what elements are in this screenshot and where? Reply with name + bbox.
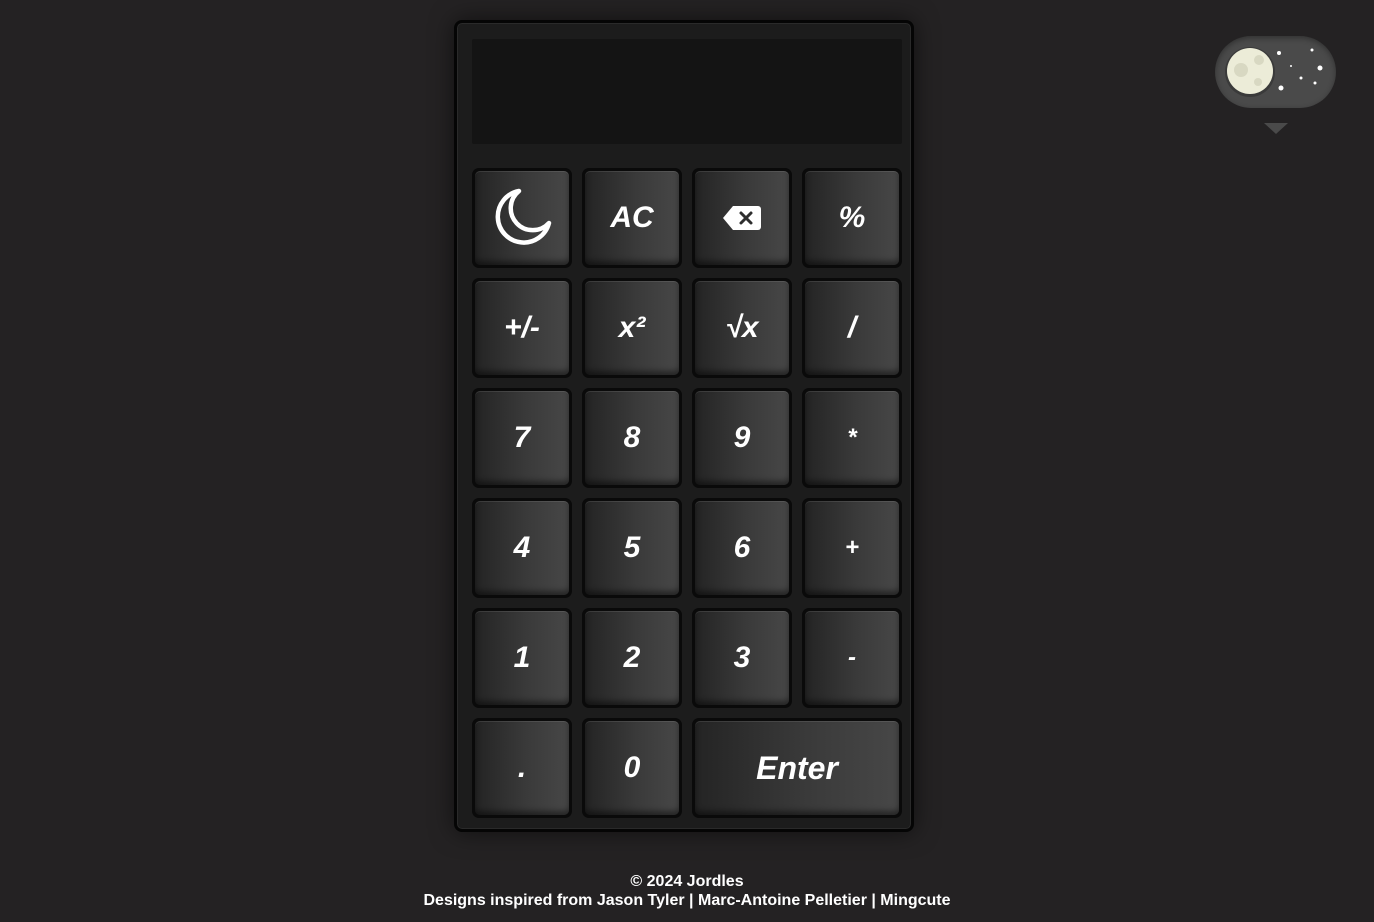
footer-copyright: © 2024 Jordles [630, 873, 744, 890]
square-root-button[interactable]: √x [692, 278, 792, 378]
four-label: 4 [475, 501, 569, 595]
minus-button[interactable]: - [802, 608, 902, 708]
eight-label: 8 [585, 391, 679, 485]
one-button[interactable]: 1 [472, 608, 572, 708]
square-label: x² [585, 281, 679, 375]
ac-button[interactable]: AC [582, 168, 682, 268]
multiply-button[interactable]: * [802, 388, 902, 488]
two-label: 2 [585, 611, 679, 705]
four-button[interactable]: 4 [472, 498, 572, 598]
moon-stars-icon [1225, 47, 1323, 97]
footer-inspired-text: Designs inspired from [423, 892, 597, 909]
backspace-button[interactable] [692, 168, 792, 268]
theme-mode-button[interactable] [472, 168, 572, 268]
nine-button[interactable]: 9 [692, 388, 792, 488]
enter-label: Enter [695, 721, 899, 815]
theme-mode-key-face [475, 171, 569, 265]
divide-label: / [805, 281, 899, 375]
percent-button[interactable]: % [802, 168, 902, 268]
plus-minus-label: +/- [475, 281, 569, 375]
enter-button[interactable]: Enter [692, 718, 902, 818]
two-button[interactable]: 2 [582, 608, 682, 708]
seven-button[interactable]: 7 [472, 388, 572, 488]
calculator-display [472, 39, 902, 144]
calculator: AC % +/- x² √x / 7 8 9 * 4 5 6 + 1 2 3 -… [454, 20, 914, 832]
moon-icon [495, 188, 552, 245]
one-label: 1 [475, 611, 569, 705]
backspace-key-face [695, 171, 789, 265]
percent-label: % [805, 171, 899, 265]
multiply-label: * [805, 391, 899, 485]
minus-label: - [805, 611, 899, 705]
zero-label: 0 [585, 721, 679, 815]
footer-credits: Designs inspired from Jason Tyler | Marc… [0, 892, 1374, 910]
credit-link-marc-antoine-pelletier[interactable]: Marc-Antoine Pelletier [698, 892, 867, 909]
plus-button[interactable]: + [802, 498, 902, 598]
backspace-icon [723, 206, 761, 230]
three-label: 3 [695, 611, 789, 705]
divide-button[interactable]: / [802, 278, 902, 378]
eight-button[interactable]: 8 [582, 388, 682, 488]
footer-separator: | [684, 892, 698, 909]
nine-label: 9 [695, 391, 789, 485]
credit-link-mingcute[interactable]: Mingcute [880, 892, 950, 909]
credit-link-jason-tyler[interactable]: Jason Tyler [597, 892, 685, 909]
theme-toggle[interactable] [1215, 36, 1336, 108]
theme-dropdown-arrow-icon[interactable] [1264, 123, 1288, 134]
decimal-label: . [475, 721, 569, 815]
square-button[interactable]: x² [582, 278, 682, 378]
three-button[interactable]: 3 [692, 608, 792, 708]
six-label: 6 [695, 501, 789, 595]
footer-separator: | [866, 892, 881, 909]
ac-label: AC [585, 171, 679, 265]
square-root-label: √x [695, 281, 789, 375]
decimal-button[interactable]: . [472, 718, 572, 818]
five-button[interactable]: 5 [582, 498, 682, 598]
plus-label: + [805, 501, 899, 595]
six-button[interactable]: 6 [692, 498, 792, 598]
seven-label: 7 [475, 391, 569, 485]
five-label: 5 [585, 501, 679, 595]
zero-button[interactable]: 0 [582, 718, 682, 818]
plus-minus-button[interactable]: +/- [472, 278, 572, 378]
